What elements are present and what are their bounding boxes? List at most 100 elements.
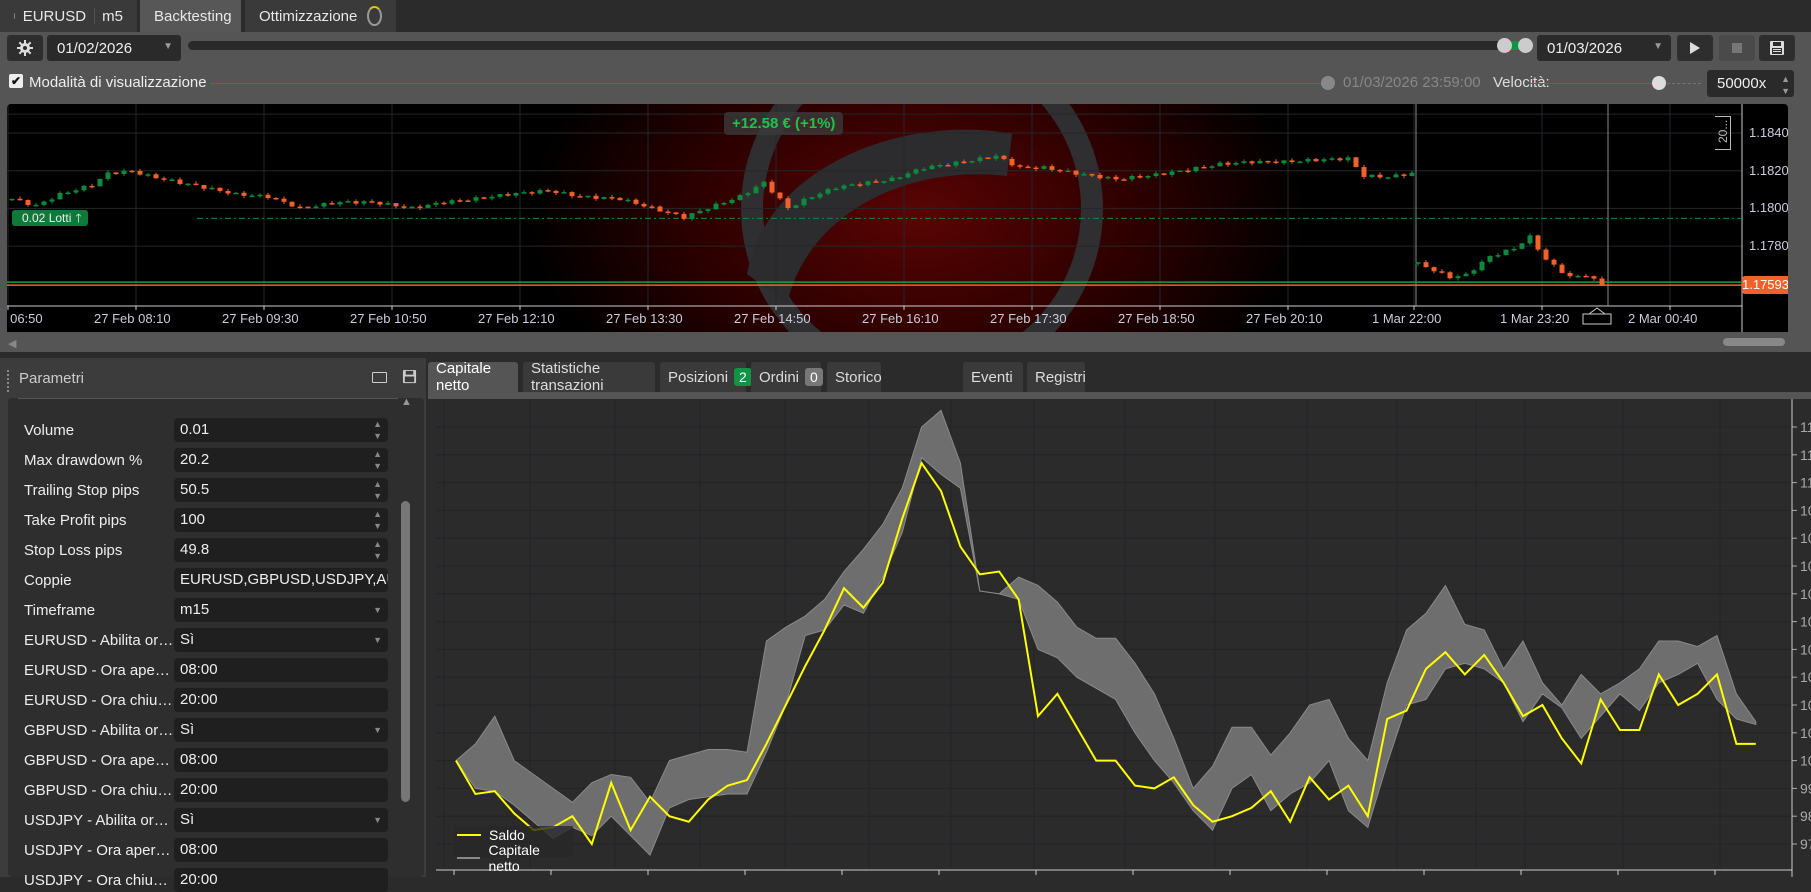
scroll-up-icon[interactable]: ▲	[401, 396, 412, 408]
tab-optimization[interactable]: Ottimizzazione	[245, 0, 396, 32]
param-spin-input[interactable]: 100▲▼	[174, 508, 388, 532]
save-params-icon[interactable]	[402, 369, 417, 384]
chevron-down-icon[interactable]: ▼	[373, 604, 382, 616]
position-lot-badge[interactable]: 0.02 Lotti🡑	[12, 210, 88, 226]
tab-orders[interactable]: Ordini0	[751, 362, 821, 392]
scroll-left-icon[interactable]: ◀	[8, 337, 16, 350]
time-axis-label: 27 Feb 14:50	[734, 311, 811, 326]
spin-arrows-icon[interactable]: ▲▼	[373, 478, 382, 502]
candle-body	[890, 178, 895, 182]
playback-progress-track[interactable]	[210, 83, 1328, 84]
stop-button[interactable]	[1719, 35, 1755, 61]
loading-spinner-icon	[367, 6, 382, 26]
candle-body	[1488, 256, 1493, 262]
param-text-input[interactable]: 20:00	[174, 868, 388, 892]
param-text-input[interactable]: 08:00	[174, 748, 388, 772]
candle-body	[1592, 276, 1597, 278]
param-select-input[interactable]: Sì▼	[174, 808, 388, 832]
range-start-handle[interactable]	[1497, 38, 1512, 53]
candle-body	[818, 194, 823, 198]
candle-body	[402, 206, 407, 208]
param-select-input[interactable]: Sì▼	[174, 628, 388, 652]
param-spin-input[interactable]: 0.01 ▲▼	[174, 418, 388, 442]
param-text-input[interactable]: 08:00	[174, 658, 388, 682]
candle-body	[1258, 161, 1263, 163]
range-end-handle[interactable]	[1518, 38, 1533, 53]
param-select-input[interactable]: Sì▼	[174, 718, 388, 742]
candle-body	[442, 203, 447, 205]
drag-handle-icon[interactable]	[7, 370, 9, 392]
candle-body	[98, 179, 103, 186]
candle-body	[1290, 160, 1295, 162]
speed-slider[interactable]	[1530, 83, 1660, 84]
speed-spinbox[interactable]: 50000x ▲▼	[1707, 70, 1794, 97]
open-folder-icon[interactable]	[372, 372, 387, 383]
zoom-indicator[interactable]: 20...	[1715, 116, 1731, 150]
legend-label: Capitale netto	[488, 842, 573, 874]
save-button[interactable]	[1759, 35, 1795, 61]
chevron-down-icon[interactable]: ▼	[373, 634, 382, 646]
spin-arrows-icon[interactable]: ▲▼	[1781, 73, 1790, 97]
candle-body	[1448, 272, 1453, 278]
tab-positions[interactable]: Posizioni2	[660, 362, 746, 392]
speed-slider-handle[interactable]	[1652, 76, 1666, 90]
param-label: Stop Loss pips	[24, 542, 174, 559]
time-axis-label: 27 Feb 08:10	[94, 311, 171, 326]
parameters-scrollbar[interactable]	[401, 501, 410, 802]
chevron-down-icon[interactable]: ▼	[373, 814, 382, 826]
chart-horizontal-scrollbar[interactable]	[1723, 338, 1785, 346]
y-tick-label: 10	[1800, 669, 1811, 685]
tab-history[interactable]: Storico	[827, 362, 881, 392]
speed-slider-remaining	[1667, 83, 1701, 84]
param-value: 0.01	[180, 421, 209, 438]
candle-body	[1122, 179, 1127, 181]
tab-trade-statistics[interactable]: Statistiche transazioni	[523, 362, 655, 392]
speed-value: 50000x	[1717, 75, 1766, 92]
param-label: GBPUSD - Abilita or…	[24, 722, 174, 739]
tab-equity[interactable]: Capitale netto	[428, 362, 518, 392]
candle-body	[914, 169, 919, 173]
param-text-input[interactable]: EURUSD,GBPUSD,USDJPY,AUD	[174, 568, 388, 592]
play-button[interactable]	[1677, 35, 1713, 61]
candle-body	[394, 203, 399, 206]
spin-arrows-icon[interactable]: ▲▼	[373, 418, 382, 442]
price-chart[interactable]: +12.58 € (+1%) 0.02 Lotti🡑 1.17593 20...…	[7, 104, 1788, 332]
param-text-input[interactable]: 20:00	[174, 688, 388, 712]
spin-arrows-icon[interactable]: ▲▼	[373, 448, 382, 472]
tab-label: Ordini	[759, 369, 799, 386]
param-select-input[interactable]: m15▼	[174, 598, 388, 622]
tab-symbol[interactable]: EURUSD m5	[0, 0, 137, 32]
y-tick-label: 10	[1800, 614, 1811, 630]
settings-button[interactable]	[7, 35, 43, 61]
chevron-down-icon: ▼	[163, 41, 173, 52]
candle-body	[1568, 273, 1573, 276]
equity-chart[interactable]: 11111110101010101010101010999897	[436, 399, 1811, 877]
param-spin-input[interactable]: 20.2▲▼	[174, 448, 388, 472]
spin-arrows-icon[interactable]: ▲▼	[373, 538, 382, 562]
param-spin-input[interactable]: 49.8▲▼	[174, 538, 388, 562]
start-date-picker[interactable]: 01/02/2026▼	[47, 35, 181, 61]
candle-body	[970, 161, 975, 163]
tab-events[interactable]: Eventi	[963, 362, 1023, 392]
chevron-down-icon: ▼	[1653, 41, 1663, 52]
candle-body	[450, 200, 455, 203]
y-tick-label: 97	[1800, 836, 1811, 852]
param-text-input[interactable]: 20:00	[174, 778, 388, 802]
tab-logs[interactable]: Registri	[1027, 362, 1085, 392]
chevron-down-icon[interactable]: ▼	[373, 724, 382, 736]
tab-backtesting[interactable]: Backtesting	[140, 0, 241, 32]
candle-body	[994, 156, 999, 159]
visual-mode-checkbox[interactable]: ✔	[9, 74, 23, 88]
date-range-slider[interactable]	[188, 41, 1526, 50]
candle-body	[1338, 158, 1343, 160]
spin-arrows-icon[interactable]: ▲▼	[373, 508, 382, 532]
playback-progress-handle[interactable]	[1321, 76, 1335, 90]
candle-body	[378, 202, 383, 205]
param-label: GBPUSD - Ora chiu…	[24, 782, 174, 799]
profit-label: +12.58 € (+1%)	[724, 112, 843, 135]
param-text-input[interactable]: 08:00	[174, 838, 388, 862]
candle-body	[1424, 262, 1429, 267]
end-date-picker[interactable]: 01/03/2026▼	[1537, 35, 1671, 61]
param-spin-input[interactable]: 50.5▲▼	[174, 478, 388, 502]
candle-body	[1178, 171, 1183, 173]
